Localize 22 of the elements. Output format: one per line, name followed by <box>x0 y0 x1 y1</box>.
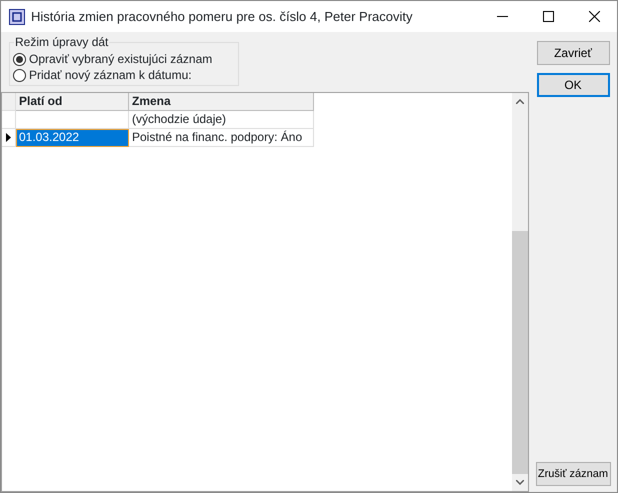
close-icon[interactable] <box>588 11 600 22</box>
window-title: História zmien pracovného pomeru pre os. číslo 4, Peter Pracovity <box>31 8 414 26</box>
table-cell: (východzie údaje) <box>129 111 314 129</box>
minimize-icon[interactable] <box>496 16 508 17</box>
radio-label[interactable]: Opraviť vybraný existujúci záznam <box>29 51 212 67</box>
scrollbar[interactable] <box>512 93 528 491</box>
radio-button[interactable] <box>13 52 26 66</box>
delete-record-button[interactable]: Zrušiť záznam <box>536 462 610 486</box>
app-icon <box>9 8 25 24</box>
scroll-down-icon[interactable] <box>516 480 524 485</box>
scroll-up-icon[interactable] <box>516 99 524 104</box>
table-cell: 01.03.2022 <box>16 129 129 147</box>
group-title: Režim úpravy dát <box>14 35 110 49</box>
radio-label[interactable]: Pridať nový záznam k dátumu: <box>29 67 192 83</box>
maximize-icon[interactable] <box>542 11 554 22</box>
column-header[interactable]: Platí od <box>16 93 129 111</box>
dialog-button[interactable]: Zavrieť <box>536 41 610 65</box>
scroll-thumb[interactable] <box>512 231 528 474</box>
column-header[interactable]: Zmena <box>129 93 314 111</box>
table-cell: Poistné na financ. podpory: Áno <box>129 129 314 147</box>
dialog-button[interactable]: OK <box>536 73 610 97</box>
radio-button[interactable] <box>13 68 26 82</box>
